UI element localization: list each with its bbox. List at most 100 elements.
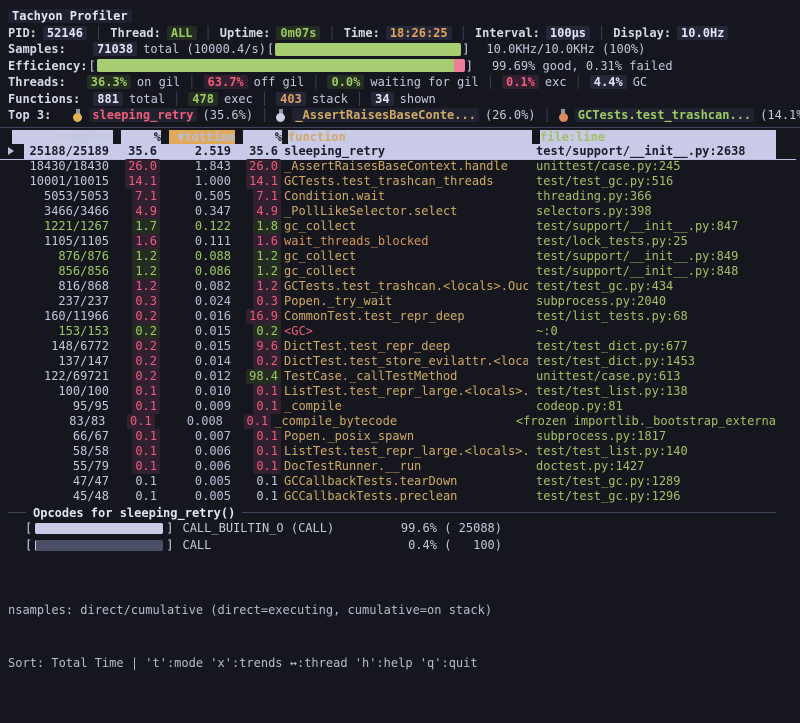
- table-row[interactable]: 153/1530.20.0150.2<GC>~:0: [24, 324, 776, 339]
- file-line-cell: test/test_gc.py:1289: [536, 474, 776, 489]
- table-row[interactable]: 58/580.10.0060.1ListTest.test_repr_large…: [24, 444, 776, 459]
- column-header-nsamples[interactable]: nsamples: [12, 130, 113, 144]
- table-row[interactable]: 856/8561.20.0861.2gc_collecttest/support…: [24, 264, 776, 279]
- tottime-cell: 0.122: [165, 219, 231, 234]
- column-header-pct-cumulative[interactable]: %: [243, 130, 282, 144]
- table-row[interactable]: 83/830.10.0080.1_compile_bytecode<frozen…: [24, 414, 776, 429]
- bracket: ]: [466, 59, 473, 73]
- pct-direct-value: 1.2: [132, 264, 160, 279]
- opcode-bar-fill: [35, 540, 36, 551]
- footer-keybinds: Sort: Total Time | 't':mode 'x':trends ↔…: [8, 655, 492, 673]
- thread-stat-label: on gil: [137, 75, 180, 89]
- pct-cumulative-value: 1.2: [253, 279, 281, 294]
- pct-cumulative-value: 0.1: [256, 474, 278, 489]
- pct-direct-cell: 1.2: [117, 249, 157, 264]
- pct-direct-value: 35.6: [128, 144, 157, 159]
- function-stat-value: 881: [93, 92, 123, 106]
- table-row[interactable]: 1221/12671.70.1221.8gc_collecttest/suppo…: [24, 219, 776, 234]
- pct-cumulative-value: 0.3: [253, 294, 281, 309]
- table-row[interactable]: 100/1000.10.0100.1ListTest.test_repr_lar…: [24, 384, 776, 399]
- table-row[interactable]: 47/470.10.0050.1GCCallbackTests.tearDown…: [24, 474, 776, 489]
- table-row[interactable]: 148/67720.20.0159.6DictTest.test_repr_de…: [24, 339, 776, 354]
- function-cell: GCTests.test_trashcan_threads: [284, 174, 528, 189]
- table-row[interactable]: 237/2370.30.0240.3Popen._try_waitsubproc…: [24, 294, 776, 309]
- efficiency-label: Efficiency:: [8, 59, 87, 73]
- file-line-cell: test/support/__init__.py:2638: [536, 144, 776, 159]
- opcode-stats: 0.4% ( 100): [408, 538, 502, 552]
- tottime-cell: 0.006: [165, 459, 231, 474]
- nsamples-cell: 1221/1267: [24, 219, 109, 234]
- pct-cumulative-cell: 0.3: [239, 294, 278, 309]
- pct-direct-cell: 0.1: [113, 414, 151, 429]
- pid-label: PID:: [8, 26, 37, 40]
- pct-cumulative-value: 16.9: [246, 309, 281, 324]
- table-row[interactable]: 45/480.10.0050.1GCCallbackTests.preclean…: [24, 489, 776, 504]
- selected-row-arrow-icon: [8, 147, 14, 155]
- top-function-name: GCTests.test_trashcan...: [575, 108, 754, 122]
- table-row[interactable]: 137/1470.20.0140.2DictTest.test_store_ev…: [24, 354, 776, 369]
- pct-cumulative-value: 9.6: [253, 339, 281, 354]
- tottime-cell: 0.088: [165, 249, 231, 264]
- separator: │: [356, 92, 363, 106]
- file-line-cell: unittest/case.py:245: [536, 159, 776, 174]
- table-row[interactable]: 55/790.10.0060.1DocTestRunner.__rundocte…: [24, 459, 776, 474]
- uptime-label: Uptime:: [220, 26, 271, 40]
- table-row[interactable]: 816/8681.20.0821.2GCTests.test_trashcan.…: [24, 279, 776, 294]
- pct-cumulative-cell: 9.6: [239, 339, 278, 354]
- opcodes-list: []CALL_BUILTIN_O (CALL)99.6% ( 25088)[]C…: [0, 520, 800, 554]
- function-stat-label: stack: [312, 92, 348, 106]
- separator: │: [173, 92, 180, 106]
- nsamples-cell: 18430/18430: [24, 159, 109, 174]
- pct-cumulative-cell: 7.1: [239, 189, 278, 204]
- top-function-pct: (14.1%): [760, 108, 800, 122]
- title-line: Tachyon Profiler: [8, 8, 800, 25]
- table-row[interactable]: 3466/34664.90.3474.9_PollLikeSelector.se…: [24, 204, 776, 219]
- pct-direct-cell: 0.1: [117, 474, 157, 489]
- thread-value: ALL: [167, 26, 197, 40]
- file-line-cell: test/test_dict.py:1453: [536, 354, 776, 369]
- function-cell: Condition.wait: [284, 189, 528, 204]
- column-header-file-line[interactable]: file:line: [540, 130, 776, 144]
- table-row[interactable]: 66/670.10.0070.1Popen._posix_spawnsubpro…: [24, 429, 776, 444]
- thread-stat-value: 4.4%: [590, 75, 627, 89]
- table-row[interactable]: 5053/50537.10.5057.1Condition.waitthread…: [24, 189, 776, 204]
- interval-label: Interval:: [475, 26, 540, 40]
- opcode-name: CALL: [182, 538, 211, 552]
- pct-cumulative-cell: 35.6: [239, 144, 278, 159]
- table-row[interactable]: 1105/11051.60.1111.6wait_threads_blocked…: [24, 234, 776, 249]
- file-line-cell: doctest.py:1427: [536, 459, 776, 474]
- pct-cumulative-value: 26.0: [246, 159, 281, 174]
- function-cell: DictTest.test_store_evilattr.<local...: [284, 354, 528, 369]
- bracket: ]: [166, 521, 173, 535]
- tottime-cell: 0.007: [165, 429, 231, 444]
- table-row[interactable]: 160/119660.20.01616.9CommonTest.test_rep…: [24, 309, 776, 324]
- pct-cumulative-value: 1.6: [253, 234, 281, 249]
- efficiency-bar: [97, 59, 465, 72]
- column-header-tottime[interactable]: ▼tottime: [169, 130, 235, 144]
- top3-list: sleeping_retry(35.6%)│_AssertRaisesBaseC…: [73, 108, 800, 122]
- pct-direct-cell: 0.2: [117, 309, 157, 324]
- function-table: 25188/2518935.62.51935.6sleeping_retryte…: [0, 144, 800, 504]
- separator: │: [544, 108, 551, 122]
- table-row[interactable]: 18430/1843026.01.84326.0_AssertRaisesBas…: [24, 159, 776, 174]
- table-row[interactable]: 95/950.10.0090.1_compilecodeop.py:81: [24, 399, 776, 414]
- separator: │: [312, 75, 319, 89]
- nsamples-cell: 148/6772: [24, 339, 109, 354]
- table-row[interactable]: 10001/1001514.11.00014.1GCTests.test_tra…: [24, 174, 776, 189]
- table-row[interactable]: 122/697210.20.01298.4TestCase._callTestM…: [24, 369, 776, 384]
- column-header-function[interactable]: function: [288, 130, 532, 144]
- column-header-pct-direct[interactable]: %: [121, 130, 161, 144]
- threads-label: Threads:: [8, 75, 66, 89]
- table-row[interactable]: 25188/2518935.62.51935.6sleeping_retryte…: [24, 144, 776, 159]
- table-row[interactable]: 876/8761.20.0881.2gc_collecttest/support…: [24, 249, 776, 264]
- tottime-cell: 0.347: [165, 204, 231, 219]
- pct-direct-value: 7.1: [132, 189, 160, 204]
- nsamples-cell: 47/47: [24, 474, 109, 489]
- function-cell: ListTest.test_repr_large.<locals>.c...: [284, 384, 528, 399]
- file-line-cell: test/support/__init__.py:848: [536, 264, 776, 279]
- display-label: Display:: [613, 26, 671, 40]
- pct-direct-value: 26.0: [125, 159, 160, 174]
- nsamples-cell: 25188/25189: [24, 144, 109, 159]
- nsamples-cell: 83/83: [24, 414, 105, 429]
- function-stat-label: shown: [400, 92, 436, 106]
